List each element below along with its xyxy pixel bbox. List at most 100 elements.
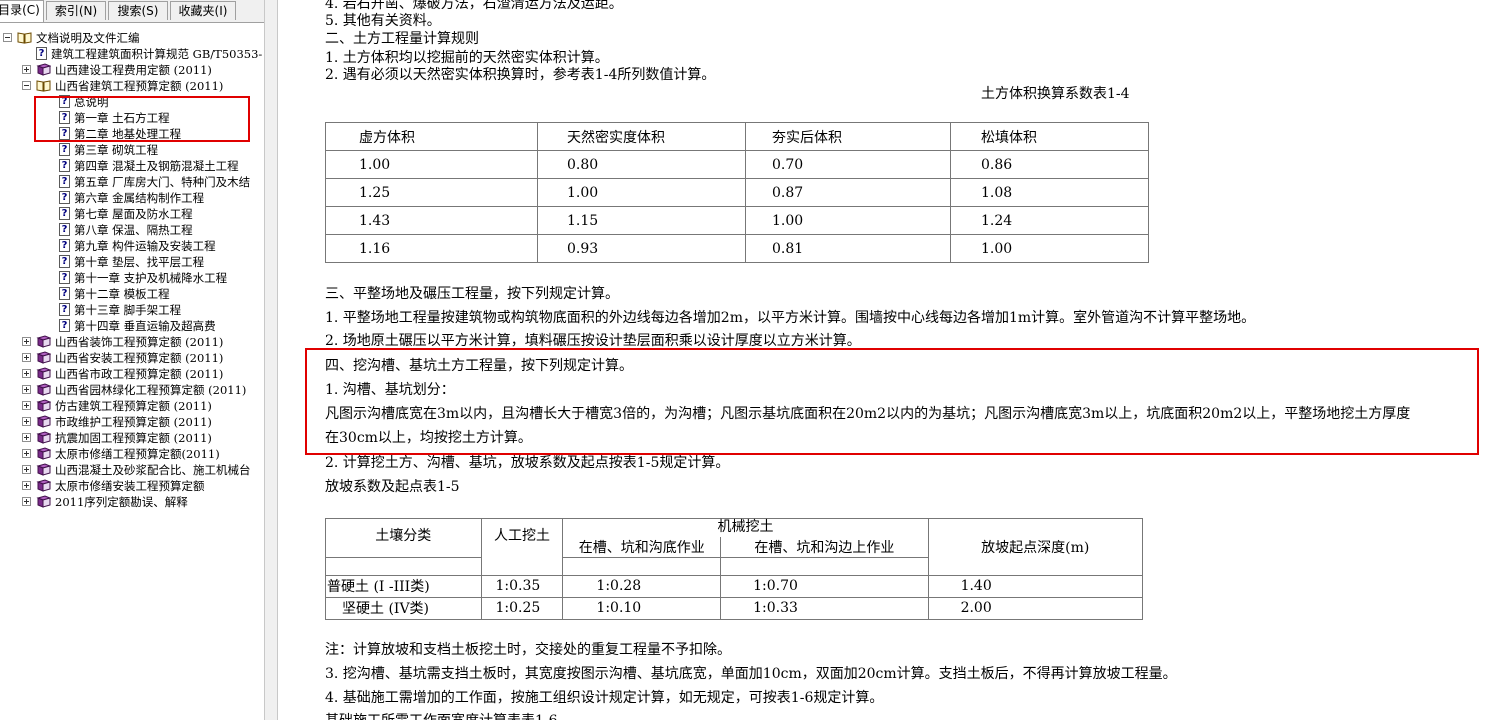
table-row: 1.25 1.00 0.87 1.08 [325, 178, 1149, 207]
tree-item-label: 太原市修缮安装工程预算定额 [55, 479, 205, 493]
tree-item[interactable]: ? 第六章 金属结构制作工程 [0, 190, 264, 206]
tree-item[interactable]: ? 第五章 厂库房大门、特种门及木结 [0, 174, 264, 190]
section-heading: 二、土方工程量计算规则 [325, 31, 479, 47]
tree-item-label: 山西省建筑工程预算定额 (2011) [55, 79, 224, 93]
tree-item[interactable]: 山西省建筑工程预算定额 (2011) [0, 78, 264, 94]
book-icon [36, 447, 51, 460]
table-header-cell: 松填体积 [950, 122, 1149, 151]
collapse-icon[interactable] [3, 33, 12, 42]
tree-item[interactable]: ? 第三章 砌筑工程 [0, 142, 264, 158]
tree-item[interactable]: 抗震加固工程预算定额 (2011) [0, 430, 264, 446]
expand-icon[interactable] [22, 65, 31, 74]
tree-item[interactable]: ? 第八章 保温、隔热工程 [0, 222, 264, 238]
tree-item[interactable]: 山西建设工程费用定额 (2011) [0, 62, 264, 78]
expand-icon[interactable] [22, 385, 31, 394]
expand-icon[interactable] [22, 497, 31, 506]
table-cell: 1:0.25 [480, 596, 564, 620]
table-row: 1.00 0.80 0.70 0.86 [325, 150, 1149, 179]
collapse-icon[interactable] [22, 81, 31, 90]
tree-item-label: 市政维护工程预算定额 (2011) [55, 415, 212, 429]
tree-item[interactable]: ? 建筑工程建筑面积计算规范 GB/T50353- [0, 46, 264, 62]
book-icon [36, 495, 51, 508]
table-cell: 1.00 [325, 150, 538, 179]
table-header-cell: 在槽、坑和沟底作业 [562, 536, 722, 558]
note-line: 注：计算放坡和支档土板挖土时，交接处的重复工程量不予扣除。 [325, 642, 731, 658]
table-cell: 1.25 [325, 178, 538, 207]
tree-item[interactable]: 太原市修缮安装工程预算定额 [0, 478, 264, 494]
table-cell: 坚硬土 (IV类) [325, 596, 482, 620]
tree-item[interactable]: 文档说明及文件汇编 [0, 30, 264, 46]
help-page-icon: ? [59, 239, 70, 252]
pane-splitter[interactable] [264, 0, 278, 720]
table-cell: 1:0.28 [562, 574, 722, 598]
help-page-icon: ? [59, 303, 70, 316]
table-cell: 普硬土 (I -III类) [325, 574, 482, 598]
book-icon [36, 367, 51, 380]
table-cell: 1:0.35 [480, 574, 564, 598]
book-icon [36, 335, 51, 348]
tree-item[interactable]: 仿古建筑工程预算定额 (2011) [0, 398, 264, 414]
tree-item[interactable]: ? 第十三章 脚手架工程 [0, 302, 264, 318]
tree-item[interactable]: ? 第十二章 模板工程 [0, 286, 264, 302]
expand-icon[interactable] [22, 449, 31, 458]
tab-contents[interactable]: 目录(C) [0, 0, 44, 22]
table-cell: 1.00 [745, 206, 951, 235]
table-row: 坚硬土 (IV类) 1:0.25 1:0.10 1:0.33 2.00 [325, 596, 1144, 620]
section-heading: 三、平整场地及碾压工程量，按下列规定计算。 [325, 286, 619, 302]
table-cell: 1.00 [537, 178, 746, 207]
tree-item[interactable]: ? 第十四章 垂直运输及超高费 [0, 318, 264, 334]
expand-icon[interactable] [22, 353, 31, 362]
book-icon [36, 399, 51, 412]
tree-item[interactable]: ? 第十章 垫层、找平层工程 [0, 254, 264, 270]
tree-item[interactable]: 山西省园林绿化工程预算定额 (2011) [0, 382, 264, 398]
tree-item[interactable]: ? 第十一章 支护及机械降水工程 [0, 270, 264, 286]
tree-item-label: 山西省安装工程预算定额 (2011) [55, 351, 224, 365]
table-cell [720, 556, 929, 576]
tree-item[interactable]: 2011序列定额勘误、解释 [0, 494, 264, 510]
table-cell: 1.43 [325, 206, 538, 235]
table-title: 土方体积换算系数表1-4 [981, 86, 1130, 102]
tree-item[interactable]: ? 第七章 屋面及防水工程 [0, 206, 264, 222]
tree-item-label: 山西省园林绿化工程预算定额 (2011) [55, 383, 247, 397]
highlight-box-tree [34, 96, 250, 142]
expand-icon[interactable] [22, 401, 31, 410]
tree-item-label: 第六章 金属结构制作工程 [74, 191, 205, 205]
tab-favorites[interactable]: 收藏夹(I) [170, 1, 236, 20]
table-title: 放坡系数及起点表1-5 [325, 479, 460, 495]
table-cell: 0.70 [745, 150, 951, 179]
tree-item-label: 山西省市政工程预算定额 (2011) [55, 367, 224, 381]
text-line: 2. 计算挖土方、沟槽、基坑，放坡系数及起点按表1-5规定计算。 [325, 455, 730, 471]
help-page-icon: ? [36, 47, 47, 60]
highlight-box-content [305, 348, 1479, 455]
tree-item-label: 第八章 保温、隔热工程 [74, 223, 193, 237]
table-row: 1.16 0.93 0.81 1.00 [325, 234, 1149, 263]
help-page-icon: ? [59, 319, 70, 332]
tree-item[interactable]: ? 第四章 混凝土及钢筋混凝土工程 [0, 158, 264, 174]
tree-item[interactable]: 山西省市政工程预算定额 (2011) [0, 366, 264, 382]
expand-icon[interactable] [22, 433, 31, 442]
table-cell: 1.15 [537, 206, 746, 235]
table-cell: 1:0.10 [562, 596, 722, 620]
expand-icon[interactable] [22, 337, 31, 346]
help-page-icon: ? [59, 175, 70, 188]
tree-item[interactable]: ? 第九章 构件运输及安装工程 [0, 238, 264, 254]
expand-icon[interactable] [22, 481, 31, 490]
table-header-cell: 天然密实度体积 [537, 122, 746, 151]
tree-item[interactable]: 市政维护工程预算定额 (2011) [0, 414, 264, 430]
text-line: 3. 挖沟槽、基坑需支挡土板时，其宽度按图示沟槽、基坑底宽，单面加10cm，双面… [325, 666, 1177, 682]
tree-item[interactable]: 山西省装饰工程预算定额 (2011) [0, 334, 264, 350]
table-cell: 1.16 [325, 234, 538, 263]
book-icon [36, 63, 51, 76]
table-header-cell: 机械挖土 [562, 518, 929, 537]
tree-item[interactable]: 山西混凝土及砂浆配合比、施工机械台 [0, 462, 264, 478]
help-page-icon: ? [59, 223, 70, 236]
tab-index[interactable]: 索引(N) [46, 1, 106, 20]
tree-item-label: 第三章 砌筑工程 [74, 143, 159, 157]
expand-icon[interactable] [22, 417, 31, 426]
expand-icon[interactable] [22, 465, 31, 474]
tree-item-label: 第九章 构件运输及安装工程 [74, 239, 216, 253]
expand-icon[interactable] [22, 369, 31, 378]
tab-search[interactable]: 搜索(S) [108, 1, 168, 20]
tree-item[interactable]: 太原市修缮工程预算定额(2011) [0, 446, 264, 462]
tree-item[interactable]: 山西省安装工程预算定额 (2011) [0, 350, 264, 366]
